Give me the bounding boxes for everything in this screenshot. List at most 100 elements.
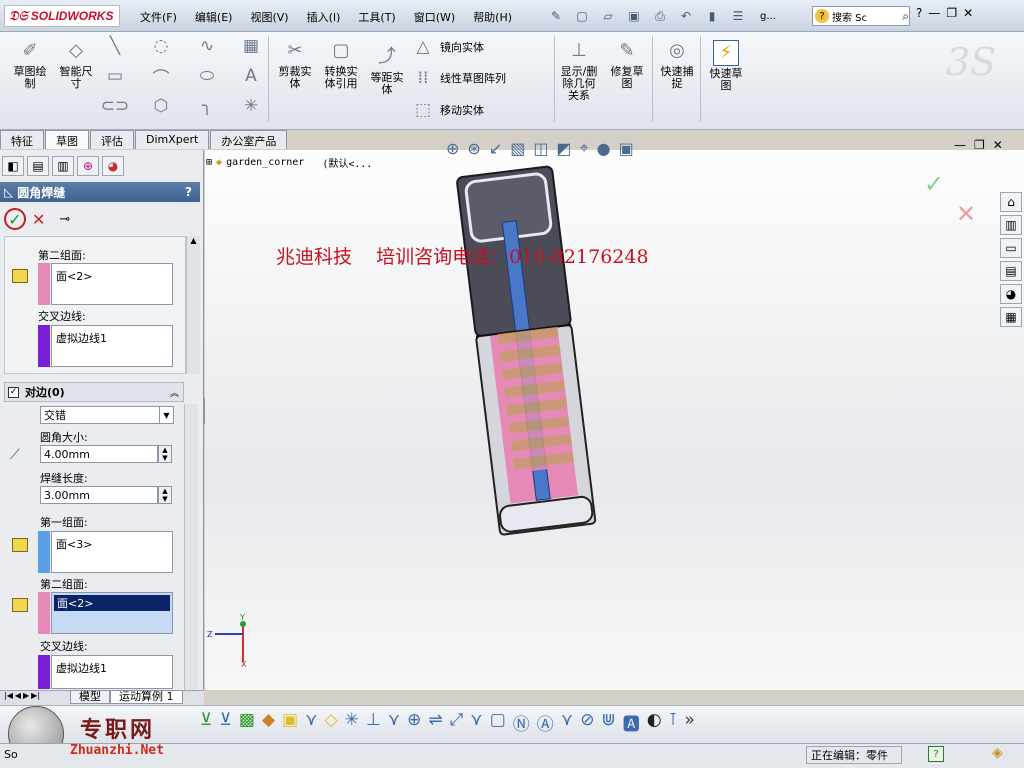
circle-icon[interactable]: ◌ xyxy=(150,36,172,56)
last-tab-icon[interactable]: ▶| xyxy=(31,691,40,700)
pin-icon[interactable]: ✎ xyxy=(545,6,567,26)
minimize-icon[interactable]: — xyxy=(928,6,940,20)
weld-type-select[interactable]: 交错 ▼ xyxy=(40,406,174,424)
tool-icon-5[interactable]: ▣ xyxy=(282,710,298,735)
help-icon[interactable]: ? xyxy=(916,6,922,20)
tool-icon-20[interactable]: ⋓ xyxy=(601,710,615,735)
fillet-icon[interactable]: ╮ xyxy=(196,96,218,116)
tab-model[interactable]: 模型 xyxy=(70,690,110,704)
feature-manager-icon[interactable]: ◧ xyxy=(2,156,24,176)
menu-view[interactable]: 视图(V) xyxy=(246,8,292,26)
confirm-ok-icon[interactable]: ✓ xyxy=(924,170,944,198)
tab-dimxpert[interactable]: DimXpert xyxy=(135,130,210,149)
second-face-list-2[interactable]: 面<2> xyxy=(51,592,173,634)
fillet-size-input[interactable]: 4.00mm xyxy=(40,445,158,463)
open-icon[interactable]: ▱ xyxy=(597,6,619,26)
tab-features[interactable]: 特征 xyxy=(0,130,44,149)
intersect-edge-list[interactable]: 虚拟边线1 xyxy=(51,325,173,367)
menu-help[interactable]: 帮助(H) xyxy=(469,8,516,26)
dimxpert-manager-icon[interactable]: ⊕ xyxy=(77,156,99,176)
display-manager-icon[interactable]: ◕ xyxy=(102,156,124,176)
tool-icon-4[interactable]: ◆ xyxy=(262,710,275,735)
options-icon[interactable]: ☰ xyxy=(727,6,749,26)
move-entities-button[interactable]: ⬚ 移动实体 xyxy=(412,100,484,120)
quick-snaps-button[interactable]: ◎ 快速捕 捉 xyxy=(656,38,698,90)
part-name[interactable]: garden_corner xyxy=(226,157,304,168)
close-icon[interactable]: ✕ xyxy=(963,6,973,20)
tool-icon-12[interactable]: ⇌ xyxy=(428,710,442,735)
appearances-icon[interactable]: ◕ xyxy=(1000,284,1022,304)
ellipse-icon[interactable]: ⬭ xyxy=(196,66,218,86)
confirm-cancel-icon[interactable]: ✕ xyxy=(956,200,976,228)
design-library-icon[interactable]: ▥ xyxy=(1000,215,1022,235)
second-face-selected[interactable]: 面<2> xyxy=(54,595,170,611)
tool-icon-15[interactable]: ▢ xyxy=(490,710,506,735)
vp-minimize-icon[interactable]: — xyxy=(954,138,966,152)
search-box[interactable]: ? 搜索 Sc ⌕ xyxy=(812,6,910,26)
slot-icon[interactable]: ⊂⊃ xyxy=(101,96,130,116)
rebuild-icon[interactable]: ▮ xyxy=(701,6,723,26)
home-icon[interactable]: ⌂ xyxy=(1000,192,1022,212)
menu-tools[interactable]: 工具(T) xyxy=(354,8,399,26)
weld-length-input[interactable]: 3.00mm xyxy=(40,486,158,504)
fillet-size-spinner[interactable]: ▲ ▼ xyxy=(158,445,172,463)
print-icon[interactable]: ⎙ xyxy=(649,6,671,26)
scroll-up-icon[interactable]: ▲ xyxy=(187,236,200,245)
second-face-list[interactable]: 面<2> xyxy=(51,263,173,305)
tool-icon-9[interactable]: ⊥ xyxy=(366,710,381,735)
spline-icon[interactable]: ∿ xyxy=(196,36,218,56)
rectangle-icon[interactable]: ▭ xyxy=(104,66,126,86)
save-icon[interactable]: ▣ xyxy=(623,6,645,26)
new-doc-icon[interactable]: ▢ xyxy=(571,6,593,26)
upper-scrollbar[interactable]: ▲ xyxy=(186,236,200,374)
dropdown-icon[interactable]: ▼ xyxy=(159,407,173,423)
tool-icon-19[interactable]: ⊘ xyxy=(580,710,594,735)
undo-icon[interactable]: ↶ xyxy=(675,6,697,26)
tool-icon-2[interactable]: ⊻ xyxy=(219,710,231,735)
tool-icon-6[interactable]: ⋎ xyxy=(305,710,317,735)
more-tools-icon[interactable]: » xyxy=(684,710,694,735)
ok-icon[interactable]: ✓ xyxy=(4,208,26,230)
menu-window[interactable]: 窗口(W) xyxy=(410,8,459,26)
tool-icon-23[interactable]: ⊺ xyxy=(669,710,678,735)
convert-entities-button[interactable]: ▢ 转换实 体引用 xyxy=(318,38,364,90)
cancel-icon[interactable]: ✕ xyxy=(32,210,45,229)
first-tab-icon[interactable]: |◀ xyxy=(4,691,13,700)
restore-icon[interactable]: ❐ xyxy=(946,6,957,20)
tab-sketch[interactable]: 草图 xyxy=(45,130,89,149)
tool-icon-17[interactable]: Ⓐ xyxy=(537,710,554,735)
plane-icon[interactable]: ▦ xyxy=(240,36,262,56)
lower-scrollbar[interactable] xyxy=(184,404,198,690)
pm-help-icon[interactable]: ? xyxy=(185,185,192,199)
view-palette-icon[interactable]: ▤ xyxy=(1000,261,1022,281)
tool-icon-14[interactable]: ⋎ xyxy=(470,710,482,735)
tool-icon-7[interactable]: ◇ xyxy=(325,710,338,735)
polygon-icon[interactable]: ⬡ xyxy=(150,96,172,116)
app-logo[interactable]: 𝔇𝔖 SOLIDWORKS xyxy=(4,5,120,27)
view-settings-icon[interactable]: ▣ xyxy=(619,139,634,158)
repair-sketch-button[interactable]: ✎ 修复草 图 xyxy=(606,38,648,90)
tab-office[interactable]: 办公室产品 xyxy=(210,130,288,149)
line-icon[interactable]: ╲ xyxy=(104,36,126,56)
opposite-side-header[interactable]: ✓ 对边(0) ︽ xyxy=(4,382,184,402)
opposite-side-checkbox[interactable]: ✓ xyxy=(8,386,19,398)
tool-icon-22[interactable]: ◐ xyxy=(647,710,662,735)
tool-icon-3[interactable]: ▩ xyxy=(239,710,255,735)
tool-icon-18[interactable]: ⋎ xyxy=(561,710,573,735)
status-tag-icon[interactable]: ◈ xyxy=(992,745,1003,761)
tool-icon-10[interactable]: ⋎ xyxy=(388,710,400,735)
sketch-button[interactable]: ✐ 草图绘 制 xyxy=(8,38,52,90)
rapid-sketch-button[interactable]: ⚡ 快速草 图 xyxy=(704,40,748,92)
smart-dimension-button[interactable]: ◇ 智能尺 寸 xyxy=(54,38,98,90)
tab-motion-study[interactable]: 运动算例 1 xyxy=(110,690,183,704)
tool-icon-1[interactable]: ⊻ xyxy=(200,710,212,735)
first-face-list[interactable]: 面<3> xyxy=(51,531,173,573)
weld-length-spinner[interactable]: ▲ ▼ xyxy=(158,486,172,504)
tool-icon-16[interactable]: Ⓝ xyxy=(513,710,530,735)
display-relations-button[interactable]: ⊥ 显示/删 除几何 关系 xyxy=(558,38,600,102)
offset-entities-button[interactable]: ⤴ 等距实 体 xyxy=(366,44,408,96)
point-icon[interactable]: ✳ xyxy=(240,96,262,116)
property-manager-icon[interactable]: ▤ xyxy=(27,156,49,176)
configuration-manager-icon[interactable]: ▥ xyxy=(52,156,74,176)
arc-icon[interactable]: ⌒ xyxy=(150,66,172,89)
